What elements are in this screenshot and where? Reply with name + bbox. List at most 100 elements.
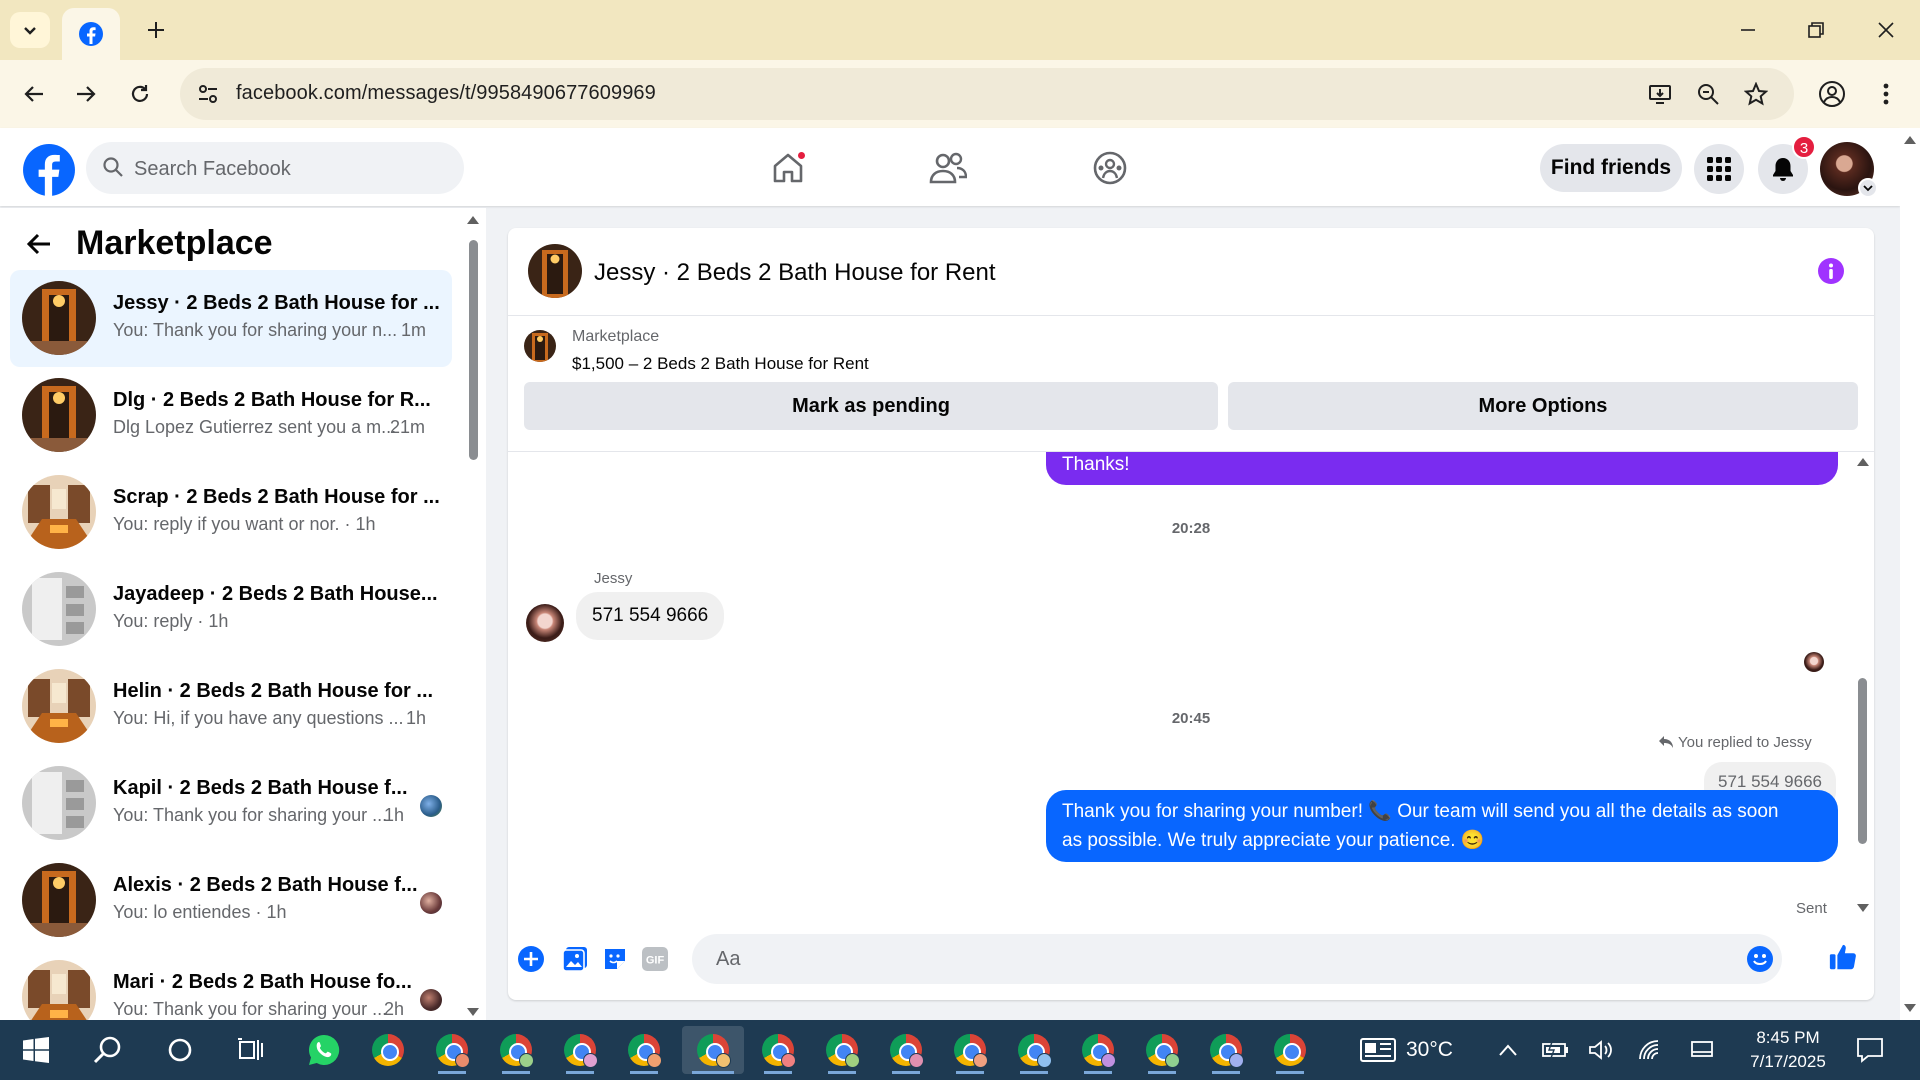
address-bar[interactable]: facebook.com/messages/t/9958490677609969 (180, 68, 1794, 120)
nav-home[interactable] (758, 142, 818, 194)
listing-thumbnail[interactable] (524, 330, 556, 362)
volume-control[interactable] (1588, 1020, 1614, 1080)
timestamp: 20:45 (1171, 710, 1211, 727)
chrome-icon (628, 1034, 662, 1068)
search-button[interactable] (80, 1026, 136, 1074)
conversation-item-helin[interactable]: Helin · 2 Beds 2 Bath House for ... You:… (10, 658, 452, 755)
start-button[interactable] (8, 1026, 64, 1074)
sticker-icon[interactable] (600, 944, 630, 974)
conversation-item-kapil[interactable]: Kapil · 2 Beds 2 Bath House f... You: Th… (10, 755, 452, 852)
back-button[interactable] (14, 74, 54, 114)
taskbar-chrome-15[interactable] (1262, 1026, 1318, 1074)
bookmark-star-icon[interactable] (1744, 82, 1768, 106)
back-arrow-icon[interactable] (26, 232, 52, 261)
browser-menu-button[interactable] (1866, 74, 1906, 114)
weather-widget[interactable]: 30°C (1360, 1020, 1453, 1080)
message-input[interactable]: Aa (692, 934, 1782, 984)
facebook-search[interactable]: Search Facebook (86, 142, 464, 194)
zoom-icon[interactable] (1696, 82, 1720, 106)
incoming-message[interactable]: 571 554 9666 (576, 592, 725, 640)
sidebar-scroll-thumb[interactable] (469, 240, 478, 460)
url-text[interactable]: facebook.com/messages/t/9958490677609969 (236, 82, 656, 105)
conversation-item-jessy[interactable]: Jessy · 2 Beds 2 Bath House for ... You:… (10, 270, 452, 367)
mark-as-pending-button[interactable]: Mark as pending (524, 382, 1218, 430)
tab-search-button[interactable] (10, 12, 50, 48)
taskbar-chrome-2[interactable] (424, 1026, 480, 1074)
reload-icon (131, 85, 149, 102)
more-options-button[interactable]: More Options (1228, 382, 1858, 430)
grid-menu-icon (1707, 157, 1731, 181)
more-actions-icon[interactable] (516, 944, 546, 974)
reload-button[interactable] (120, 74, 160, 114)
plus-icon (148, 22, 164, 38)
sidebar-scrollbar[interactable] (466, 216, 480, 1016)
menu-button[interactable] (1694, 144, 1744, 194)
conversation-item-scrap[interactable]: Scrap · 2 Beds 2 Bath House for ... You:… (10, 464, 452, 561)
browser-tab-facebook[interactable] (62, 8, 120, 60)
taskbar-chrome-13[interactable] (1134, 1026, 1190, 1074)
nav-groups[interactable] (1080, 142, 1140, 194)
task-view-button[interactable] (222, 1026, 278, 1074)
reply-arrow-icon (1659, 736, 1673, 748)
conversation-item-jayadeep[interactable]: Jayadeep · 2 Beds 2 Bath House... You: r… (10, 561, 452, 658)
gif-icon[interactable]: GIF (640, 944, 670, 974)
notification-center[interactable] (1856, 1020, 1884, 1080)
browser-tab-bar (0, 0, 1920, 60)
chrome-icon (826, 1034, 860, 1068)
minimize-button[interactable] (1724, 6, 1772, 54)
taskbar-chrome-10[interactable] (942, 1026, 998, 1074)
listing-thumbnail (22, 669, 96, 743)
outgoing-message[interactable]: Thank you for sharing your number! 📞 Our… (1046, 790, 1838, 862)
taskbar-chrome-1[interactable] (360, 1026, 416, 1074)
nav-friends[interactable] (918, 142, 978, 194)
previous-outgoing-message[interactable]: Thanks! (1046, 452, 1838, 485)
message-scrollbar[interactable] (1854, 452, 1872, 920)
taskbar-chrome-5[interactable] (616, 1026, 672, 1074)
read-receipt-avatar (420, 989, 442, 1011)
show-hidden-icons[interactable] (1498, 1020, 1518, 1080)
taskbar-chrome-11[interactable] (1006, 1026, 1062, 1074)
battery-status[interactable] (1542, 1020, 1570, 1080)
find-friends-button[interactable]: Find friends (1540, 144, 1682, 192)
taskbar-chrome-6-active[interactable] (682, 1026, 744, 1074)
home-notification-dot (796, 150, 807, 161)
page-scrollbar[interactable] (1900, 128, 1920, 1020)
taskbar-chrome-12[interactable] (1070, 1026, 1126, 1074)
chat-header: Jessy · 2 Beds 2 Bath House for Rent (508, 228, 1874, 316)
cortana-button[interactable] (152, 1026, 208, 1074)
network-status[interactable] (1638, 1020, 1664, 1080)
taskbar-chrome-8[interactable] (814, 1026, 870, 1074)
taskbar-chrome-3[interactable] (488, 1026, 544, 1074)
message-scroll-thumb[interactable] (1858, 678, 1867, 844)
desktop-toggle[interactable] (1690, 1020, 1714, 1080)
chat-listing-avatar[interactable] (528, 244, 582, 298)
chrome-icon (762, 1034, 796, 1068)
system-clock[interactable]: 8:45 PM 7/17/2025 (1728, 1026, 1848, 1074)
conversation-item-mari[interactable]: Mari · 2 Beds 2 Bath House fo... You: Th… (10, 949, 452, 1020)
taskbar-chrome-4[interactable] (552, 1026, 608, 1074)
taskbar-whatsapp[interactable] (296, 1026, 352, 1074)
conversation-item-alexis[interactable]: Alexis · 2 Beds 2 Bath House f... You: l… (10, 852, 452, 949)
sender-name: Jessy (594, 570, 633, 587)
facebook-logo-icon[interactable] (22, 143, 76, 202)
profile-button[interactable] (1812, 74, 1852, 114)
install-app-icon[interactable] (1648, 82, 1672, 106)
info-icon[interactable] (1818, 258, 1844, 284)
listing-price[interactable]: $1,500 – 2 Beds 2 Bath House for Rent (572, 354, 869, 374)
emoji-icon[interactable] (1746, 945, 1774, 978)
new-tab-button[interactable] (136, 12, 176, 48)
forward-button[interactable] (66, 74, 106, 114)
conversation-item-dlg[interactable]: Dlg · 2 Beds 2 Bath House for R... Dlg L… (10, 367, 452, 464)
taskbar-chrome-7[interactable] (750, 1026, 806, 1074)
minimize-icon (1741, 29, 1755, 31)
taskbar-chrome-9[interactable] (878, 1026, 934, 1074)
site-info-icon[interactable] (196, 82, 220, 111)
restore-button[interactable] (1792, 6, 1840, 54)
thumbs-up-icon[interactable] (1828, 942, 1858, 972)
account-caret-icon[interactable] (1858, 178, 1878, 198)
close-window-button[interactable] (1862, 6, 1910, 54)
attach-photo-icon[interactable] (560, 944, 590, 974)
chat-title[interactable]: Jessy · 2 Beds 2 Bath House for Rent (594, 259, 996, 287)
taskbar-chrome-14[interactable] (1198, 1026, 1254, 1074)
jessy-avatar[interactable] (526, 604, 564, 642)
